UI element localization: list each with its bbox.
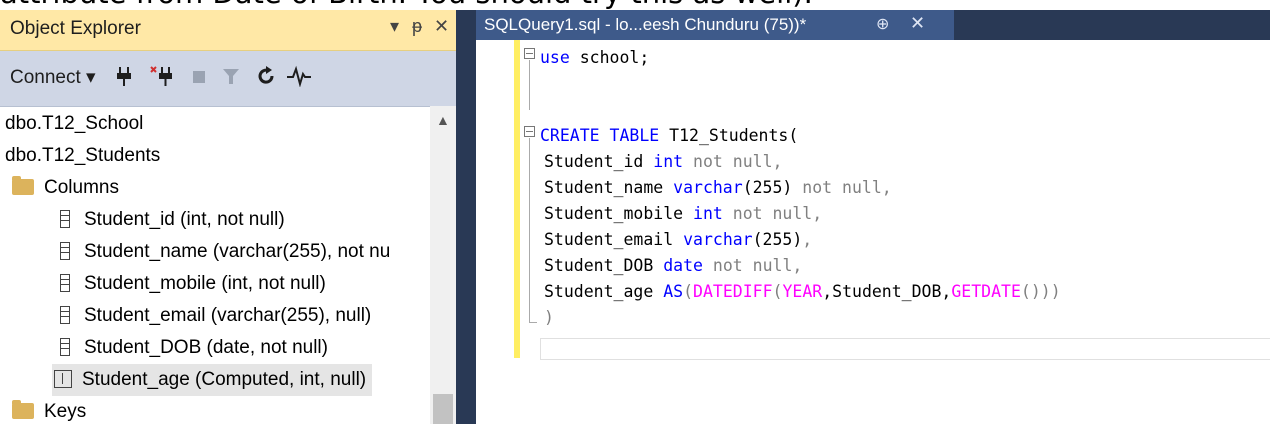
column-icon bbox=[60, 306, 70, 324]
object-explorer-tree: dbo.T12_School dbo.T12_Students Columns … bbox=[0, 106, 430, 424]
tree-item-column[interactable]: Student_name (varchar(255), not nu bbox=[60, 236, 390, 268]
close-tab-icon[interactable]: ✕ bbox=[910, 13, 925, 34]
computed-column-icon bbox=[54, 370, 72, 388]
folder-icon bbox=[12, 400, 34, 419]
tree-item-column[interactable]: Student_mobile (int, not null) bbox=[60, 268, 326, 300]
column-icon bbox=[60, 210, 70, 228]
tree-item-keys-folder[interactable]: Keys bbox=[12, 396, 86, 424]
tree-item-column[interactable]: Student_email (varchar(255), null) bbox=[60, 300, 371, 332]
collapse-icon[interactable] bbox=[524, 126, 535, 137]
folder-icon bbox=[12, 176, 34, 195]
code-line-3: CREATE TABLE T12_Students( bbox=[540, 126, 799, 145]
tree-item-column[interactable]: Student_id (int, not null) bbox=[60, 204, 285, 236]
tree-item-computed-column-selected[interactable]: Student_age (Computed, int, null) bbox=[52, 364, 373, 396]
scroll-up-icon[interactable]: ▲ bbox=[436, 112, 450, 128]
scrollbar-thumb[interactable] bbox=[433, 394, 453, 424]
column-icon bbox=[60, 338, 70, 356]
activity-monitor-icon[interactable] bbox=[286, 65, 312, 92]
tab-title: SQLQuery1.sql - lo...eesh Chunduru (75))… bbox=[484, 15, 807, 34]
current-line-highlight bbox=[540, 338, 1270, 360]
code-line-6: Student_mobile int not null, bbox=[544, 204, 823, 223]
tree-item-table[interactable]: dbo.T12_Students bbox=[5, 140, 160, 172]
code-line-9: Student_age AS(DATEDIFF(YEAR,Student_DOB… bbox=[544, 282, 1061, 301]
pin-tab-icon[interactable]: ⊕ bbox=[876, 14, 889, 34]
disconnect-icon[interactable] bbox=[150, 65, 174, 92]
code-line-1: use school; bbox=[540, 48, 650, 67]
cut-off-caption: attribute from Date of Birth. You should… bbox=[0, 0, 1270, 10]
refresh-icon[interactable] bbox=[256, 65, 276, 92]
fold-guide-end bbox=[529, 322, 537, 323]
connect-button[interactable]: Connect ▾ bbox=[10, 66, 96, 89]
column-icon bbox=[60, 242, 70, 260]
connect-plug-icon[interactable] bbox=[115, 65, 133, 92]
fold-guide bbox=[529, 138, 530, 322]
change-tracking-bar bbox=[514, 40, 520, 358]
code-line-5: Student_name varchar(255) not null, bbox=[544, 178, 892, 197]
code-line-10: ) bbox=[544, 308, 554, 327]
code-line-4: Student_id int not null, bbox=[544, 152, 783, 171]
tree-item-columns-folder[interactable]: Columns bbox=[12, 172, 119, 204]
filter-icon[interactable] bbox=[222, 65, 240, 92]
object-explorer-toolbar: Connect ▾ bbox=[0, 51, 456, 107]
object-explorer-panel: Object Explorer ▾ ᵽ ✕ Connect ▾ dbo.T12_… bbox=[0, 10, 456, 424]
code-line-7: Student_email varchar(255), bbox=[544, 230, 813, 249]
collapse-icon[interactable] bbox=[524, 48, 535, 59]
tree-item-table[interactable]: dbo.T12_School bbox=[5, 108, 143, 140]
panel-divider[interactable] bbox=[456, 10, 476, 424]
dropdown-icon[interactable]: ▾ bbox=[390, 16, 399, 37]
tree-scrollbar[interactable]: ▲ bbox=[430, 106, 456, 424]
sql-editor[interactable]: use school; CREATE TABLE T12_Students( S… bbox=[476, 40, 1270, 424]
stop-icon[interactable] bbox=[192, 65, 206, 92]
tab-sqlquery1[interactable]: SQLQuery1.sql - lo...eesh Chunduru (75))… bbox=[476, 10, 954, 40]
column-icon bbox=[60, 274, 70, 292]
close-icon[interactable]: ✕ bbox=[434, 16, 449, 37]
object-explorer-title-bar: Object Explorer ▾ ᵽ ✕ bbox=[0, 10, 456, 51]
tree-item-column[interactable]: Student_DOB (date, not null) bbox=[60, 332, 328, 364]
code-line-8: Student_DOB date not null, bbox=[544, 256, 803, 275]
object-explorer-title: Object Explorer bbox=[10, 18, 141, 39]
pin-icon[interactable]: ᵽ bbox=[412, 16, 422, 37]
fold-guide bbox=[529, 60, 530, 110]
tab-strip bbox=[954, 10, 1270, 40]
